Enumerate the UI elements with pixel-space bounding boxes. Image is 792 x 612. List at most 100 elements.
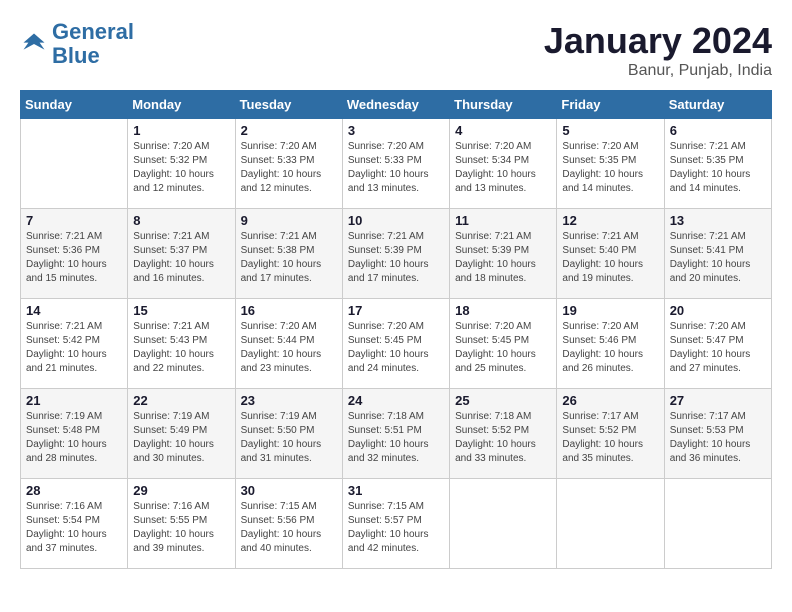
day-info: Sunrise: 7:19 AM Sunset: 5:48 PM Dayligh… xyxy=(26,410,122,466)
logo-text: General Blue xyxy=(52,20,134,68)
calendar-cell: 24 Sunrise: 7:18 AM Sunset: 5:51 PM Dayli… xyxy=(342,389,449,479)
calendar-cell xyxy=(450,479,557,569)
calendar-cell: 3 Sunrise: 7:20 AM Sunset: 5:33 PM Daylig… xyxy=(342,119,449,209)
day-info: Sunrise: 7:21 AM Sunset: 5:42 PM Dayligh… xyxy=(26,320,122,376)
day-info: Sunrise: 7:20 AM Sunset: 5:45 PM Dayligh… xyxy=(348,320,444,376)
day-number: 20 xyxy=(670,303,766,318)
day-number: 22 xyxy=(133,393,229,408)
calendar-cell: 27 Sunrise: 7:17 AM Sunset: 5:53 PM Dayli… xyxy=(664,389,771,479)
day-header-monday: Monday xyxy=(128,91,235,119)
calendar-cell: 29 Sunrise: 7:16 AM Sunset: 5:55 PM Dayli… xyxy=(128,479,235,569)
location: Banur, Punjab, India xyxy=(544,62,772,80)
calendar-cell: 14 Sunrise: 7:21 AM Sunset: 5:42 PM Dayli… xyxy=(21,299,128,389)
calendar-cell: 21 Sunrise: 7:19 AM Sunset: 5:48 PM Dayli… xyxy=(21,389,128,479)
calendar-cell: 12Sunrise: 7:21 AM Sunset: 5:40 PM Dayli… xyxy=(557,209,664,299)
logo-icon xyxy=(20,30,48,58)
calendar-cell: 23 Sunrise: 7:19 AM Sunset: 5:50 PM Dayli… xyxy=(235,389,342,479)
day-number: 8 xyxy=(133,213,229,228)
calendar-cell: 13Sunrise: 7:21 AM Sunset: 5:41 PM Dayli… xyxy=(664,209,771,299)
day-info: Sunrise: 7:20 AM Sunset: 5:35 PM Dayligh… xyxy=(562,140,658,196)
day-number: 1 xyxy=(133,123,229,138)
calendar-week-4: 21 Sunrise: 7:19 AM Sunset: 5:48 PM Dayli… xyxy=(21,389,772,479)
logo: General Blue xyxy=(20,20,134,68)
day-number: 24 xyxy=(348,393,444,408)
day-info: Sunrise: 7:17 AM Sunset: 5:52 PM Dayligh… xyxy=(562,410,658,466)
day-number: 3 xyxy=(348,123,444,138)
day-number: 21 xyxy=(26,393,122,408)
day-number: 6 xyxy=(670,123,766,138)
calendar-cell: 8 Sunrise: 7:21 AM Sunset: 5:37 PM Daylig… xyxy=(128,209,235,299)
day-header-saturday: Saturday xyxy=(664,91,771,119)
calendar-cell: 2 Sunrise: 7:20 AM Sunset: 5:33 PM Daylig… xyxy=(235,119,342,209)
day-number: 28 xyxy=(26,483,122,498)
calendar-week-2: 7 Sunrise: 7:21 AM Sunset: 5:36 PM Daylig… xyxy=(21,209,772,299)
day-header-thursday: Thursday xyxy=(450,91,557,119)
day-number: 17 xyxy=(348,303,444,318)
day-number: 7 xyxy=(26,213,122,228)
day-number: 2 xyxy=(241,123,337,138)
day-number: 23 xyxy=(241,393,337,408)
calendar-cell: 25 Sunrise: 7:18 AM Sunset: 5:52 PM Dayli… xyxy=(450,389,557,479)
day-info: Sunrise: 7:21 AM Sunset: 5:37 PM Dayligh… xyxy=(133,230,229,286)
month-title: January 2024 xyxy=(544,20,772,62)
calendar-cell: 19Sunrise: 7:20 AM Sunset: 5:46 PM Dayli… xyxy=(557,299,664,389)
day-number: 25 xyxy=(455,393,551,408)
day-info: Sunrise: 7:20 AM Sunset: 5:33 PM Dayligh… xyxy=(348,140,444,196)
logo-line2: Blue xyxy=(52,43,100,68)
day-info: Sunrise: 7:21 AM Sunset: 5:39 PM Dayligh… xyxy=(455,230,551,286)
day-info: Sunrise: 7:21 AM Sunset: 5:36 PM Dayligh… xyxy=(26,230,122,286)
day-number: 18 xyxy=(455,303,551,318)
calendar-week-3: 14 Sunrise: 7:21 AM Sunset: 5:42 PM Dayli… xyxy=(21,299,772,389)
day-number: 29 xyxy=(133,483,229,498)
calendar-header-row: SundayMondayTuesdayWednesdayThursdayFrid… xyxy=(21,91,772,119)
day-info: Sunrise: 7:20 AM Sunset: 5:33 PM Dayligh… xyxy=(241,140,337,196)
day-info: Sunrise: 7:19 AM Sunset: 5:49 PM Dayligh… xyxy=(133,410,229,466)
day-number: 14 xyxy=(26,303,122,318)
day-number: 10 xyxy=(348,213,444,228)
day-number: 16 xyxy=(241,303,337,318)
day-info: Sunrise: 7:15 AM Sunset: 5:56 PM Dayligh… xyxy=(241,500,337,556)
calendar-week-5: 28 Sunrise: 7:16 AM Sunset: 5:54 PM Dayli… xyxy=(21,479,772,569)
day-info: Sunrise: 7:20 AM Sunset: 5:46 PM Dayligh… xyxy=(562,320,658,376)
day-info: Sunrise: 7:20 AM Sunset: 5:44 PM Dayligh… xyxy=(241,320,337,376)
day-number: 15 xyxy=(133,303,229,318)
day-info: Sunrise: 7:21 AM Sunset: 5:38 PM Dayligh… xyxy=(241,230,337,286)
calendar-cell: 16 Sunrise: 7:20 AM Sunset: 5:44 PM Dayli… xyxy=(235,299,342,389)
day-info: Sunrise: 7:21 AM Sunset: 5:39 PM Dayligh… xyxy=(348,230,444,286)
calendar-cell: 7 Sunrise: 7:21 AM Sunset: 5:36 PM Daylig… xyxy=(21,209,128,299)
calendar-cell: 4 Sunrise: 7:20 AM Sunset: 5:34 PM Daylig… xyxy=(450,119,557,209)
calendar-cell: 28 Sunrise: 7:16 AM Sunset: 5:54 PM Dayli… xyxy=(21,479,128,569)
day-info: Sunrise: 7:21 AM Sunset: 5:43 PM Dayligh… xyxy=(133,320,229,376)
day-info: Sunrise: 7:21 AM Sunset: 5:35 PM Dayligh… xyxy=(670,140,766,196)
day-number: 12 xyxy=(562,213,658,228)
day-info: Sunrise: 7:18 AM Sunset: 5:51 PM Dayligh… xyxy=(348,410,444,466)
calendar-cell: 26 Sunrise: 7:17 AM Sunset: 5:52 PM Dayli… xyxy=(557,389,664,479)
day-number: 5 xyxy=(562,123,658,138)
calendar-cell: 20Sunrise: 7:20 AM Sunset: 5:47 PM Dayli… xyxy=(664,299,771,389)
calendar-cell: 10 Sunrise: 7:21 AM Sunset: 5:39 PM Dayli… xyxy=(342,209,449,299)
calendar-cell: 9 Sunrise: 7:21 AM Sunset: 5:38 PM Daylig… xyxy=(235,209,342,299)
day-info: Sunrise: 7:20 AM Sunset: 5:45 PM Dayligh… xyxy=(455,320,551,376)
day-info: Sunrise: 7:17 AM Sunset: 5:53 PM Dayligh… xyxy=(670,410,766,466)
day-info: Sunrise: 7:16 AM Sunset: 5:55 PM Dayligh… xyxy=(133,500,229,556)
title-block: January 2024 Banur, Punjab, India xyxy=(544,20,772,80)
calendar-cell: 18 Sunrise: 7:20 AM Sunset: 5:45 PM Dayli… xyxy=(450,299,557,389)
calendar-cell: 5 Sunrise: 7:20 AM Sunset: 5:35 PM Daylig… xyxy=(557,119,664,209)
day-number: 31 xyxy=(348,483,444,498)
calendar-cell: 11Sunrise: 7:21 AM Sunset: 5:39 PM Dayli… xyxy=(450,209,557,299)
day-info: Sunrise: 7:18 AM Sunset: 5:52 PM Dayligh… xyxy=(455,410,551,466)
day-number: 27 xyxy=(670,393,766,408)
day-number: 13 xyxy=(670,213,766,228)
day-number: 4 xyxy=(455,123,551,138)
calendar-cell xyxy=(557,479,664,569)
day-info: Sunrise: 7:16 AM Sunset: 5:54 PM Dayligh… xyxy=(26,500,122,556)
day-info: Sunrise: 7:20 AM Sunset: 5:34 PM Dayligh… xyxy=(455,140,551,196)
day-info: Sunrise: 7:20 AM Sunset: 5:32 PM Dayligh… xyxy=(133,140,229,196)
calendar-cell: 31Sunrise: 7:15 AM Sunset: 5:57 PM Dayli… xyxy=(342,479,449,569)
day-number: 30 xyxy=(241,483,337,498)
calendar-cell xyxy=(664,479,771,569)
day-number: 9 xyxy=(241,213,337,228)
day-number: 26 xyxy=(562,393,658,408)
day-header-sunday: Sunday xyxy=(21,91,128,119)
day-info: Sunrise: 7:19 AM Sunset: 5:50 PM Dayligh… xyxy=(241,410,337,466)
